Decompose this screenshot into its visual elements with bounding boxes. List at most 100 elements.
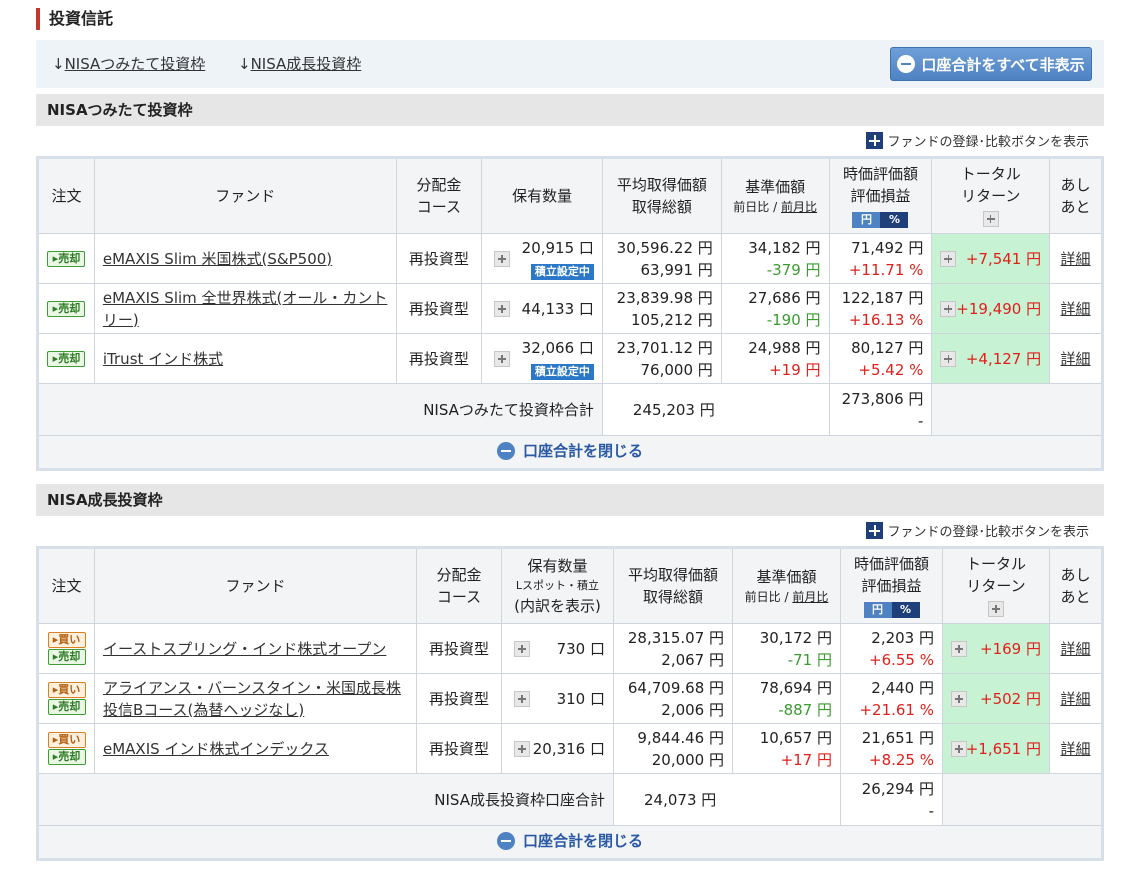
expand-icon[interactable] bbox=[940, 250, 957, 267]
col-order: 注文 bbox=[37, 547, 95, 624]
fund-link[interactable]: アライアンス・バーンスタイン・米国成長株投信Bコース(為替ヘッジなし) bbox=[103, 679, 401, 719]
expand-icon[interactable] bbox=[940, 350, 957, 367]
fund-compare-toggle[interactable]: ファンドの登録･比較ボタンを表示 bbox=[866, 521, 1089, 540]
section-title-growth: NISA成長投資枠 bbox=[36, 484, 1104, 516]
col-fund: ファンド bbox=[93, 157, 397, 234]
close-total-row: 口座合計を閉じる bbox=[37, 825, 1103, 860]
detail-link[interactable]: 詳細 bbox=[1061, 350, 1091, 368]
buy-button[interactable]: ▸買い bbox=[47, 632, 86, 648]
page-title: 投資信託 bbox=[36, 8, 113, 30]
total-eval: 26,294 円- bbox=[840, 773, 943, 826]
expand-icon[interactable] bbox=[514, 640, 530, 657]
sell-button[interactable]: ▸売却 bbox=[47, 699, 86, 715]
col-base: 基準価額 前日比 / 前月比 bbox=[720, 157, 830, 234]
col-course: 分配金 コース bbox=[395, 157, 483, 234]
expand-icon[interactable] bbox=[951, 690, 967, 707]
sell-button[interactable]: ▸売却 bbox=[47, 300, 86, 317]
holdings-table-growth: 注文 ファンド 分配金 コース 保有数量 Lスポット・積立 (内訳を表示) 平均取得価… bbox=[36, 546, 1104, 861]
col-eval: 時価評価額 評価損益 円% bbox=[840, 547, 943, 624]
total-label: NISA成長投資枠口座合計 bbox=[37, 773, 614, 826]
col-base: 基準価額 前日比 / 前月比 bbox=[732, 547, 841, 624]
close-total-row: 口座合計を閉じる bbox=[37, 435, 1103, 470]
expand-icon[interactable] bbox=[982, 210, 999, 227]
fund-link[interactable]: イーストスプリング・インド株式オープン bbox=[103, 640, 386, 658]
nav-link-tsumitate[interactable]: ↓NISAつみたて投資枠 bbox=[52, 53, 205, 74]
fund-link[interactable]: iTrust インド株式 bbox=[103, 350, 223, 368]
total-label: NISAつみたて投資枠合計 bbox=[37, 383, 603, 436]
col-trend: あし あと bbox=[1049, 547, 1103, 624]
sell-button[interactable]: ▸売却 bbox=[47, 350, 86, 367]
col-total: トータル リターン bbox=[931, 157, 1051, 234]
yen-pct-toggle[interactable]: 円% bbox=[863, 602, 920, 618]
course-cell: 再投資型 bbox=[416, 623, 502, 674]
minus-circle-icon bbox=[496, 441, 515, 460]
detail-link[interactable]: 詳細 bbox=[1060, 690, 1090, 708]
account-total-row: NISAつみたて投資枠合計 245,203 円 273,806 円- bbox=[37, 383, 1103, 436]
course-cell: 再投資型 bbox=[395, 233, 483, 284]
expand-icon[interactable] bbox=[988, 600, 1004, 617]
course-cell: 再投資型 bbox=[416, 673, 502, 724]
section-title-tsumitate: NISAつみたて投資枠 bbox=[36, 94, 1104, 126]
hide-all-totals-button[interactable]: 口座合計をすべて非表示 bbox=[890, 47, 1092, 81]
plus-icon bbox=[866, 522, 884, 539]
nav-link-growth[interactable]: ↓NISA成長投資枠 bbox=[238, 53, 361, 74]
total-cost: 245,203 円 bbox=[601, 383, 830, 436]
breakdown-link[interactable]: (内訳を表示) bbox=[514, 597, 601, 615]
table-row: ▸買い ▸売却 イーストスプリング・インド株式オープン 再投資型 730 口 28… bbox=[37, 623, 1103, 674]
plus-icon bbox=[866, 132, 884, 149]
fund-link[interactable]: eMAXIS Slim 全世界株式(オール・カントリー) bbox=[103, 289, 388, 329]
buy-button[interactable]: ▸買い bbox=[47, 682, 86, 698]
prev-month-link[interactable]: 前月比 bbox=[781, 200, 817, 214]
close-total-button[interactable]: 口座合計を閉じる bbox=[496, 440, 643, 461]
expand-icon[interactable] bbox=[494, 350, 511, 367]
sell-button[interactable]: ▸売却 bbox=[47, 250, 86, 267]
col-total: トータル リターン bbox=[942, 547, 1050, 624]
expand-icon[interactable] bbox=[514, 690, 530, 707]
col-fund: ファンド bbox=[94, 547, 417, 624]
col-course: 分配金 コース bbox=[416, 547, 502, 624]
table-row: ▸売却 iTrust インド株式 再投資型 32,066 口積立設定中 23,7… bbox=[37, 333, 1103, 384]
col-qty: 保有数量 Lスポット・積立 (内訳を表示) bbox=[501, 547, 614, 624]
detail-link[interactable]: 詳細 bbox=[1061, 300, 1091, 318]
expand-icon[interactable] bbox=[514, 740, 530, 757]
minus-circle-icon bbox=[496, 831, 515, 850]
course-cell: 再投資型 bbox=[395, 283, 483, 334]
detail-link[interactable]: 詳細 bbox=[1060, 640, 1090, 658]
sell-button[interactable]: ▸売却 bbox=[47, 649, 86, 665]
account-total-row: NISA成長投資枠口座合計 24,073 円 26,294 円- bbox=[37, 773, 1103, 826]
col-trend: あし あと bbox=[1049, 157, 1103, 234]
course-cell: 再投資型 bbox=[395, 333, 483, 384]
table-row: ▸買い ▸売却 eMAXIS インド株式インデックス 再投資型 20,316 口 … bbox=[37, 723, 1103, 774]
expand-icon[interactable] bbox=[951, 640, 967, 657]
detail-link[interactable]: 詳細 bbox=[1060, 740, 1090, 758]
col-avg: 平均取得価額 取得総額 bbox=[601, 157, 722, 234]
expand-icon[interactable] bbox=[940, 300, 957, 317]
col-avg: 平均取得価額 取得総額 bbox=[613, 547, 733, 624]
accum-badge: 積立設定中 bbox=[530, 263, 594, 280]
holdings-table-tsumitate: 注文 ファンド 分配金 コース 保有数量 平均取得価額 取得総額 基準価額 前日比 /… bbox=[36, 156, 1104, 471]
accum-badge: 積立設定中 bbox=[530, 363, 594, 380]
fund-link[interactable]: eMAXIS Slim 米国株式(S&P500) bbox=[103, 250, 332, 268]
sell-button[interactable]: ▸売却 bbox=[47, 749, 86, 765]
close-total-button[interactable]: 口座合計を閉じる bbox=[496, 830, 643, 851]
total-eval: 273,806 円- bbox=[828, 383, 933, 436]
detail-link[interactable]: 詳細 bbox=[1061, 250, 1091, 268]
table-row: ▸売却 eMAXIS Slim 米国株式(S&P500) 再投資型 20,915… bbox=[37, 233, 1103, 284]
table-row: ▸売却 eMAXIS Slim 全世界株式(オール・カントリー) 再投資型 44… bbox=[37, 283, 1103, 334]
total-cost: 24,073 円 bbox=[613, 773, 841, 826]
fund-link[interactable]: eMAXIS インド株式インデックス bbox=[103, 740, 329, 758]
table-row: ▸買い ▸売却 アライアンス・バーンスタイン・米国成長株投信Bコース(為替ヘッジな… bbox=[37, 673, 1103, 724]
expand-icon[interactable] bbox=[494, 250, 511, 267]
yen-pct-toggle[interactable]: 円% bbox=[852, 212, 909, 228]
fund-compare-toggle[interactable]: ファンドの登録･比較ボタンを表示 bbox=[866, 131, 1089, 150]
expand-icon[interactable] bbox=[494, 300, 511, 317]
buy-button[interactable]: ▸買い bbox=[47, 732, 86, 748]
col-eval: 時価評価額 評価損益 円% bbox=[828, 157, 933, 234]
expand-icon[interactable] bbox=[951, 740, 967, 757]
course-cell: 再投資型 bbox=[416, 723, 502, 774]
prev-month-link[interactable]: 前月比 bbox=[792, 590, 828, 604]
account-nav: ↓NISAつみたて投資枠 ↓NISA成長投資枠 口座合計をすべて非表示 bbox=[36, 40, 1104, 88]
minus-circle-icon bbox=[897, 55, 916, 73]
col-order: 注文 bbox=[37, 157, 95, 234]
col-qty: 保有数量 bbox=[481, 157, 603, 234]
